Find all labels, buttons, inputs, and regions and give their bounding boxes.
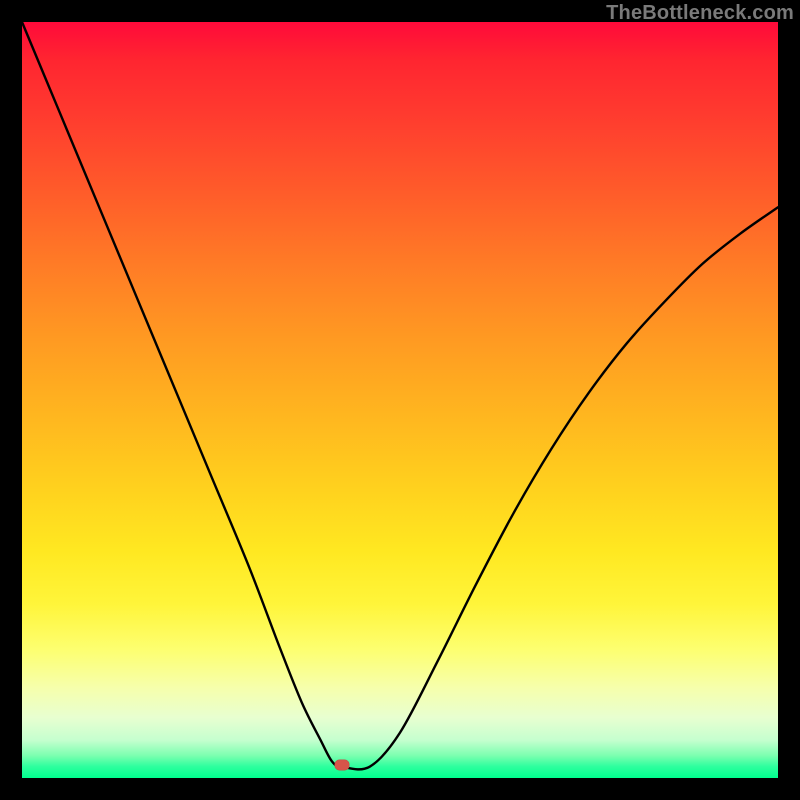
minimum-marker (334, 760, 349, 771)
chart-frame: TheBottleneck.com (0, 0, 800, 800)
curve-svg (22, 22, 778, 778)
bottleneck-curve (22, 22, 778, 769)
attribution-text: TheBottleneck.com (606, 2, 794, 25)
plot-area (22, 22, 778, 778)
